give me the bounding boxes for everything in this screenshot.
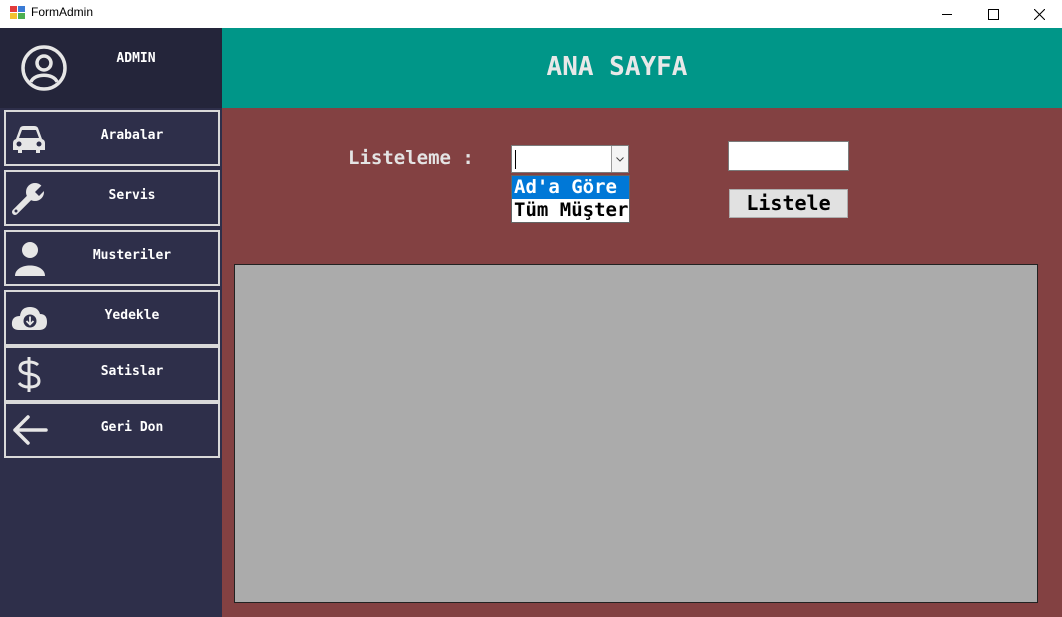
arrow-left-icon [13,415,48,445]
maximize-button[interactable] [970,0,1016,28]
form-app-icon [10,6,26,20]
minimize-button[interactable] [924,0,970,28]
sidebar-item-servis[interactable]: Servis [4,170,220,226]
sidebar-item-label: Geri Don [100,420,164,435]
sidebar-item-geri-don[interactable]: Geri Don [4,402,220,458]
page-title: ANA SAYFA [546,52,688,82]
sidebar-item-arabalar[interactable]: Arabalar [4,110,220,166]
minimize-icon [942,13,952,15]
search-input[interactable] [728,141,849,171]
page-header: ANA SAYFA [222,28,1062,108]
user-circle-icon [21,45,67,91]
dropdown-list: Ad'a Göre Tüm Müşter [511,175,630,223]
dollar-icon [17,357,41,392]
wrench-icon [12,183,48,215]
sidebar-item-label: Servis [108,188,156,203]
dropdown-toggle[interactable] [611,146,628,172]
close-button[interactable] [1016,0,1062,28]
maximize-icon [987,8,999,20]
list-button[interactable]: Listele [729,189,848,218]
user-name-label: ADMIN [116,51,156,66]
sidebar-user-panel: ADMIN [0,28,222,108]
cloud-download-icon [11,307,47,330]
sidebar: ADMIN Arabalar Servis Musteriler Yedekle… [0,28,222,617]
sidebar-item-label: Musteriler [92,248,172,263]
text-caret [515,150,516,169]
person-icon [15,242,45,276]
dropdown-option-all-customers[interactable]: Tüm Müşter [512,199,629,222]
sidebar-item-musteriler[interactable]: Musteriler [4,230,220,286]
listing-label: Listeleme : [348,147,474,169]
close-icon [1033,8,1045,20]
sidebar-item-label: Arabalar [100,128,164,143]
sidebar-item-satislar[interactable]: Satislar [4,346,220,402]
window-title: FormAdmin [31,5,94,19]
sidebar-item-label: Yedekle [104,308,160,323]
window-titlebar: FormAdmin [0,0,1062,28]
chevron-down-icon [616,156,624,162]
dropdown-option-by-name[interactable]: Ad'a Göre [512,176,629,199]
sidebar-item-yedekle[interactable]: Yedekle [4,290,220,346]
car-icon [13,126,45,153]
listing-combobox[interactable] [511,145,629,173]
sidebar-item-label: Satislar [100,364,164,379]
data-grid[interactable] [234,264,1038,603]
main-panel: Listeleme : Ad'a Göre Tüm Müşter Listele [222,108,1062,617]
